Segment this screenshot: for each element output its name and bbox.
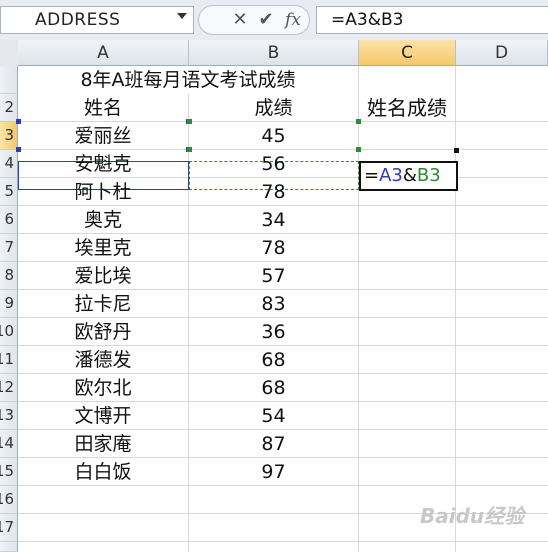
cell-score[interactable]: 36 bbox=[189, 318, 358, 346]
cell-name[interactable]: 爱比埃 bbox=[18, 262, 188, 290]
row-header[interactable] bbox=[0, 66, 18, 94]
row-header[interactable]: 12 bbox=[0, 374, 18, 402]
formula-equals: = bbox=[364, 165, 380, 186]
row-header[interactable]: 17 bbox=[0, 514, 18, 542]
cell-name[interactable]: 潘德发 bbox=[18, 346, 188, 374]
row-header[interactable]: 11 bbox=[0, 346, 18, 374]
active-cell-c3[interactable]: =A3&B3 bbox=[359, 161, 458, 191]
cell-score[interactable]: 54 bbox=[189, 402, 358, 430]
formula-ref-a3: A3 bbox=[379, 165, 403, 186]
chevron-down-icon[interactable] bbox=[177, 13, 187, 19]
column-header-c[interactable]: C bbox=[359, 40, 456, 66]
header-combined[interactable]: 姓名成绩 bbox=[359, 94, 455, 122]
row-header[interactable]: 9 bbox=[0, 290, 18, 318]
formula-buttons: ✕ ✔ fx bbox=[198, 5, 310, 35]
row-header[interactable]: 8 bbox=[0, 262, 18, 290]
row-header[interactable]: 13 bbox=[0, 402, 18, 430]
formula-ref-b3: B3 bbox=[416, 165, 441, 186]
cell-score[interactable]: 68 bbox=[189, 346, 358, 374]
cell-name[interactable]: 爱丽丝 bbox=[18, 122, 188, 150]
header-score[interactable]: 成绩 bbox=[189, 94, 358, 122]
column-header-b[interactable]: B bbox=[189, 40, 359, 66]
cell-formula-edit: =A3&B3 bbox=[364, 162, 441, 190]
cell-score[interactable]: 83 bbox=[189, 290, 358, 318]
formula-ampersand: & bbox=[402, 165, 417, 186]
cell-score[interactable]: 56 bbox=[189, 150, 358, 178]
grid-line bbox=[18, 541, 548, 542]
grid-line bbox=[455, 66, 456, 552]
row-header[interactable]: 10 bbox=[0, 318, 18, 346]
cell-score[interactable]: 87 bbox=[189, 430, 358, 458]
watermark: Baidu经验 bbox=[420, 504, 525, 528]
row-header[interactable] bbox=[0, 542, 18, 552]
column-header-d[interactable]: D bbox=[456, 40, 548, 66]
formula-input[interactable]: =A3&B3 bbox=[316, 6, 548, 34]
row-header-active[interactable]: 3 bbox=[0, 122, 18, 150]
row-header[interactable]: 4 bbox=[0, 150, 18, 178]
select-all-corner[interactable] bbox=[0, 40, 19, 67]
name-box[interactable]: ADDRESS bbox=[0, 6, 194, 34]
row-header[interactable]: 6 bbox=[0, 206, 18, 234]
row-header[interactable]: 5 bbox=[0, 178, 18, 206]
sheet-title: 8年A班每月语文考试成绩 bbox=[80, 69, 296, 91]
fill-handle[interactable] bbox=[454, 148, 459, 153]
cell-score[interactable]: 97 bbox=[189, 458, 358, 486]
cell-score[interactable]: 34 bbox=[189, 206, 358, 234]
row-header[interactable]: 16 bbox=[0, 486, 18, 514]
cancel-icon[interactable]: ✕ bbox=[229, 9, 251, 30]
check-icon[interactable]: ✔ bbox=[255, 9, 277, 30]
worksheet-grid: A B C D 2 3 4 5 6 7 8 9 10 11 12 13 14 1… bbox=[0, 40, 548, 552]
cell-score[interactable]: 68 bbox=[189, 374, 358, 402]
formula-bar: ADDRESS ✕ ✔ fx =A3&B3 bbox=[0, 0, 548, 41]
grid-line bbox=[358, 66, 359, 552]
insert-function-icon[interactable]: fx bbox=[282, 10, 304, 30]
cell-name[interactable]: 文博开 bbox=[18, 402, 188, 430]
cell-name[interactable]: 欧舒丹 bbox=[18, 318, 188, 346]
cell-score[interactable]: 45 bbox=[189, 122, 358, 150]
cell-name[interactable]: 白白饭 bbox=[18, 458, 188, 486]
cell-name[interactable]: 拉卡尼 bbox=[18, 290, 188, 318]
cell-score[interactable]: 78 bbox=[189, 178, 358, 206]
row-header[interactable]: 14 bbox=[0, 430, 18, 458]
cell-name[interactable]: 安魁克 bbox=[18, 150, 188, 178]
cell-name[interactable]: 埃里克 bbox=[18, 234, 188, 262]
cell-score[interactable]: 57 bbox=[189, 262, 358, 290]
header-name[interactable]: 姓名 bbox=[18, 94, 188, 122]
column-header-a[interactable]: A bbox=[18, 40, 189, 66]
cell-name[interactable]: 阿卜杜 bbox=[18, 178, 188, 206]
cell-name[interactable]: 田家庵 bbox=[18, 430, 188, 458]
row-header[interactable]: 2 bbox=[0, 94, 18, 122]
title-merged-cell[interactable]: 8年A班每月语文考试成绩 bbox=[18, 66, 358, 94]
row-header[interactable]: 7 bbox=[0, 234, 18, 262]
cell-score[interactable]: 78 bbox=[189, 234, 358, 262]
formula-text: =A3&B3 bbox=[331, 10, 404, 30]
cell-name[interactable]: 欧尔北 bbox=[18, 374, 188, 402]
name-box-value: ADDRESS bbox=[35, 10, 121, 30]
cell-name[interactable]: 奥克 bbox=[18, 206, 188, 234]
row-header[interactable]: 15 bbox=[0, 458, 18, 486]
